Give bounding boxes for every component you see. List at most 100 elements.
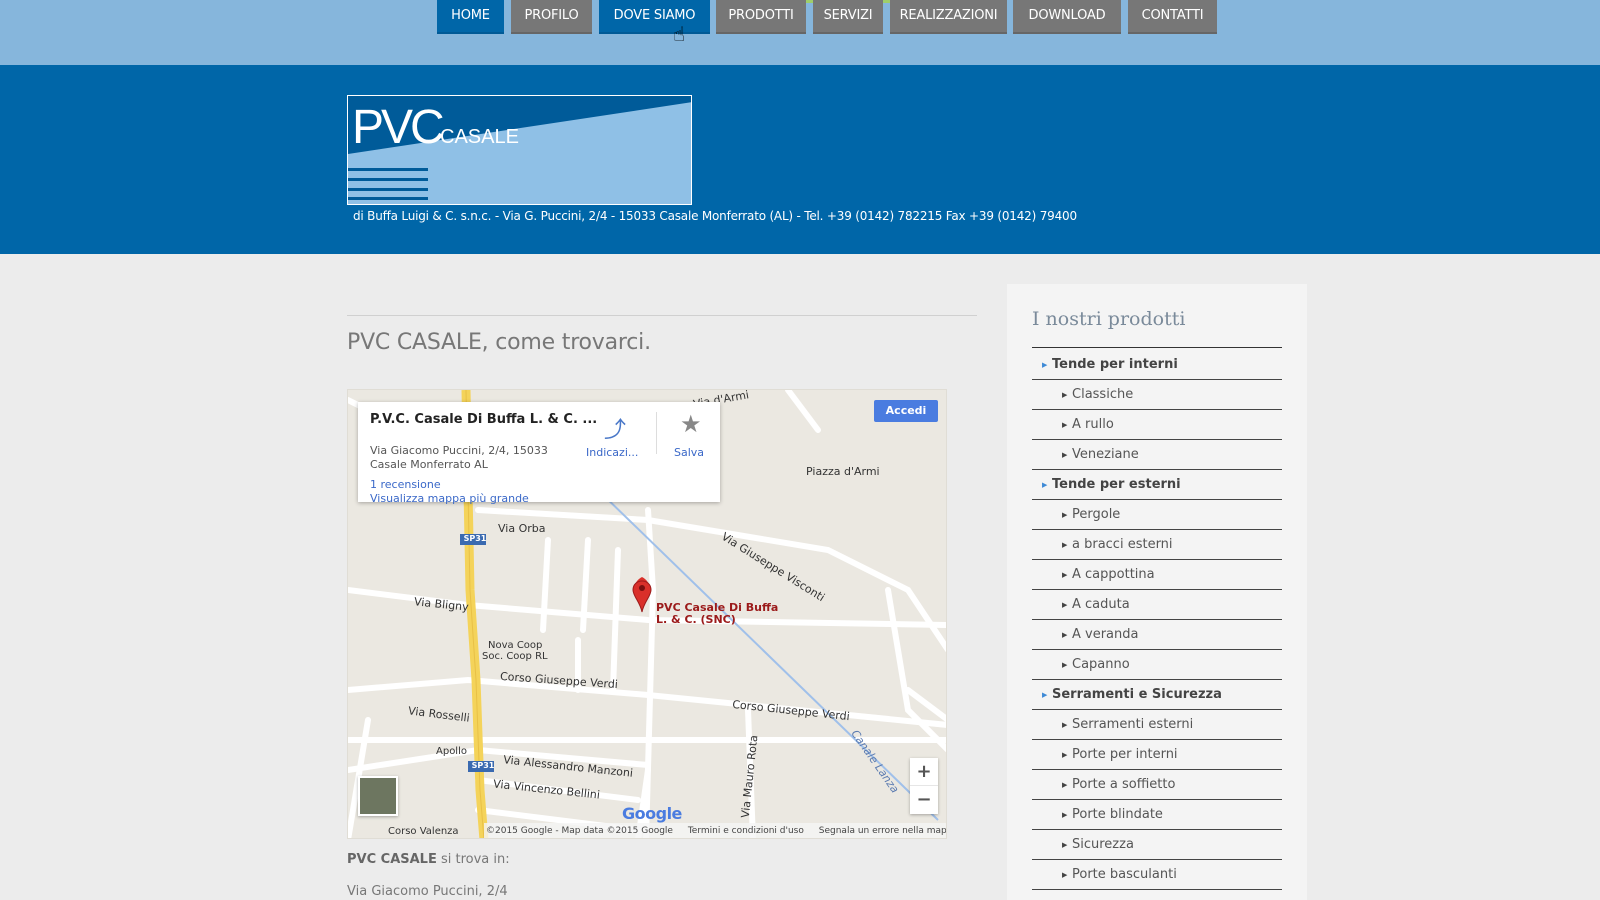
- sidebar-item-cappottina[interactable]: ▶ A cappottina: [1032, 560, 1282, 590]
- map-label-nova-coop: Nova Coop: [488, 640, 543, 651]
- products-sidebar: I nostri prodotti ▶ Tende per interni ▶ Cl…: [1007, 284, 1307, 900]
- bigger-map-link[interactable]: Visualizza mappa più grande: [370, 492, 529, 505]
- company-address: di Buffa Luigi & C. s.n.c. - Via G. Pucc…: [353, 209, 1077, 223]
- nav-item-prodotti[interactable]: PRODOTTI: [716, 0, 806, 34]
- sidebar-item-label: Porte blindate: [1072, 807, 1163, 822]
- nav-item-contatti[interactable]: CONTATTI: [1128, 0, 1217, 34]
- map-label-apollo: Apollo: [436, 746, 467, 757]
- place-info-card: P.V.C. Casale Di Buffa L. & C. ... Via G…: [358, 402, 720, 505]
- bullet-icon: ▶: [1062, 661, 1068, 669]
- sidebar-item-pergole[interactable]: ▶ Pergole: [1032, 500, 1282, 530]
- reviews-link[interactable]: 1 recensione: [370, 478, 441, 491]
- nav-item-servizi[interactable]: SERVIZI: [813, 0, 883, 34]
- map-copyright: ©2015 Google - Map data ©2015 Google: [486, 826, 673, 836]
- location-intro-brand: PVC CASALE: [347, 852, 437, 867]
- sidebar-item-label: Pergole: [1072, 507, 1121, 522]
- map-report-link[interactable]: Segnala un errore nella mappa: [819, 826, 946, 836]
- sidebar-item-porte-blindate[interactable]: ▶ Porte blindate: [1032, 800, 1282, 830]
- sidebar-item-a-rullo[interactable]: ▶ A rullo: [1032, 410, 1282, 440]
- nav-item-home[interactable]: HOME: [437, 0, 504, 34]
- place-address: Via Giacomo Puccini, 2/4, 15033 Casale M…: [370, 444, 560, 472]
- sidebar-item-label: A cappottina: [1072, 567, 1155, 582]
- nav-item-download[interactable]: DOWNLOAD: [1013, 0, 1121, 34]
- sidebar-item-label: A caduta: [1072, 597, 1130, 612]
- place-address-line-2: Casale Monferrato AL: [370, 458, 488, 471]
- sidebar-item-label: Serramenti esterni: [1072, 717, 1194, 732]
- content-divider: [347, 315, 977, 316]
- sidebar-item-label: Sicurezza: [1072, 837, 1134, 852]
- bullet-icon: ▶: [1062, 781, 1068, 789]
- map-label-via-orba: Via Orba: [498, 522, 546, 535]
- location-street: Via Giacomo Puccini, 2/4: [347, 884, 508, 899]
- map-label-soc-coop: Soc. Coop RL: [482, 651, 548, 662]
- map-terms-link[interactable]: Termini e condizioni d'uso: [688, 826, 804, 836]
- sidebar-item-capanno[interactable]: ▶ Capanno: [1032, 650, 1282, 680]
- sidebar-item-caduta[interactable]: ▶ A caduta: [1032, 590, 1282, 620]
- bullet-icon: ▶: [1042, 361, 1048, 369]
- site-header: PVC CASALE di Buffa Luigi & C. s.n.c. - …: [0, 65, 1600, 254]
- pin-label-line-2: L. & C. (SNC): [656, 613, 736, 626]
- sidebar-item-classiche[interactable]: ▶ Classiche: [1032, 380, 1282, 410]
- bullet-icon: ▶: [1062, 571, 1068, 579]
- bullet-icon: ▶: [1062, 871, 1068, 879]
- info-card-separator: [656, 412, 657, 454]
- location-intro: PVC CASALE si trova in:: [347, 852, 510, 867]
- sidebar-item-bracci-esterni[interactable]: ▶ a bracci esterni: [1032, 530, 1282, 560]
- nav-item-dove-siamo[interactable]: DOVE SIAMO: [599, 0, 710, 34]
- location-intro-rest: si trova in:: [436, 852, 510, 867]
- bullet-icon: ▶: [1062, 811, 1068, 819]
- sidebar-item-serramenti-esterni[interactable]: ▶ Serramenti esterni: [1032, 710, 1282, 740]
- bullet-icon: ▶: [1062, 601, 1068, 609]
- google-logo: Google: [622, 804, 682, 823]
- google-map[interactable]: Piazza d'Armi Via Orba Via Giuseppe Visc…: [347, 389, 947, 839]
- bullet-icon: ▶: [1062, 841, 1068, 849]
- sidebar-item-veneziane[interactable]: ▶ Veneziane: [1032, 440, 1282, 470]
- bullet-icon: ▶: [1062, 721, 1068, 729]
- directions-link[interactable]: Indicazi...: [586, 446, 638, 459]
- star-icon[interactable]: ★: [680, 410, 702, 438]
- bullet-icon: ▶: [1062, 451, 1068, 459]
- zoom-in-button[interactable]: +: [910, 758, 938, 786]
- google-signin-button[interactable]: Accedi: [874, 400, 938, 422]
- nav-item-realizzazioni[interactable]: REALIZZAZIONI: [890, 0, 1007, 34]
- pvc-casale-logo[interactable]: PVC CASALE: [347, 95, 692, 205]
- sidebar-item-label: a bracci esterni: [1072, 537, 1173, 552]
- map-label-corso-valenza: Corso Valenza: [388, 826, 459, 837]
- bullet-icon: ▶: [1042, 481, 1048, 489]
- sidebar-item-serramenti-sicurezza[interactable]: ▶ Serramenti e Sicurezza: [1032, 680, 1282, 710]
- sidebar-item-tende-esterni[interactable]: ▶ Tende per esterni: [1032, 470, 1282, 500]
- zoom-out-button[interactable]: −: [910, 786, 938, 814]
- map-label-sp31-south: SP31: [471, 761, 495, 770]
- logo-graphic: PVC CASALE: [348, 101, 691, 204]
- satellite-view-toggle[interactable]: [358, 776, 398, 816]
- sidebar-item-porte-interni[interactable]: ▶ Porte per interni: [1032, 740, 1282, 770]
- bullet-icon: ▶: [1042, 691, 1048, 699]
- bullet-icon: ▶: [1062, 421, 1068, 429]
- sidebar-item-sicurezza[interactable]: ▶ Sicurezza: [1032, 830, 1282, 860]
- bullet-icon: ▶: [1062, 541, 1068, 549]
- svg-text:CASALE: CASALE: [440, 126, 519, 148]
- map-label-piazza: Piazza d'Armi: [806, 465, 880, 478]
- svg-text:PVC: PVC: [352, 101, 443, 154]
- map-pin-label[interactable]: PVC Casale Di Buffa L. & C. (SNC): [656, 602, 778, 626]
- sidebar-item-porte-soffietto[interactable]: ▶ Porte a soffietto: [1032, 770, 1282, 800]
- bullet-icon: ▶: [1062, 631, 1068, 639]
- sidebar-item-label: A veranda: [1072, 627, 1139, 642]
- directions-icon[interactable]: ⤴: [604, 412, 626, 444]
- zoom-controls: + −: [910, 758, 938, 814]
- sidebar-item-porte-basculanti[interactable]: ▶ Porte basculanti: [1032, 860, 1282, 890]
- sidebar-title: I nostri prodotti: [1032, 308, 1186, 330]
- sidebar-item-tende-interni[interactable]: ▶ Tende per interni: [1032, 350, 1282, 380]
- sidebar-item-label: A rullo: [1072, 417, 1114, 432]
- map-attribution: ©2015 Google - Map data ©2015 Google Ter…: [484, 823, 946, 838]
- save-link[interactable]: Salva: [674, 446, 704, 459]
- page-title: PVC CASALE, come trovarci.: [347, 330, 651, 355]
- map-label-sp31-north: SP31: [463, 534, 487, 543]
- place-name: P.V.C. Casale Di Buffa L. & C. ...: [370, 412, 598, 427]
- sidebar-item-label: Capanno: [1072, 657, 1130, 672]
- nav-item-profilo[interactable]: PROFILO: [511, 0, 592, 34]
- sidebar-item-veranda[interactable]: ▶ A veranda: [1032, 620, 1282, 650]
- bullet-icon: ▶: [1062, 511, 1068, 519]
- sidebar-item-label: Tende per interni: [1052, 357, 1178, 372]
- sidebar-item-label: Veneziane: [1072, 447, 1139, 462]
